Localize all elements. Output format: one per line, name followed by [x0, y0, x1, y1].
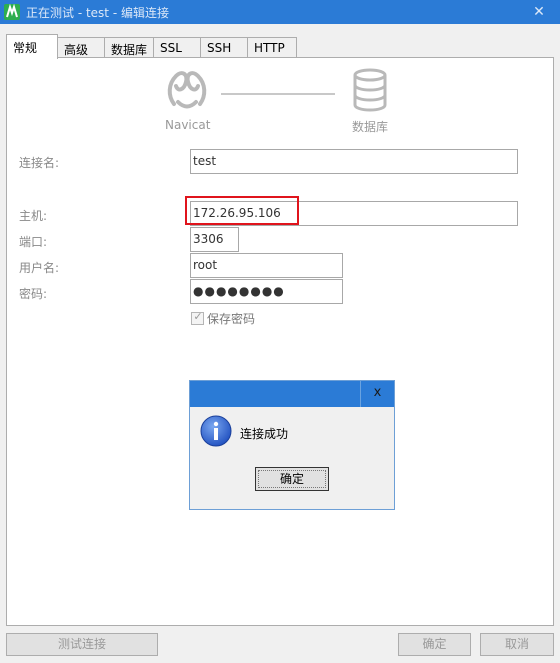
database-caption: 数据库 [352, 120, 389, 134]
password-mask: ●●●●●●●● [193, 284, 285, 298]
test-connection-button[interactable]: 测试连接 [6, 633, 158, 656]
tab-general[interactable]: 常规 [6, 34, 58, 59]
database-icon [352, 68, 388, 112]
dialog-title-bar: x [190, 381, 394, 407]
window-close-button[interactable]: ✕ [528, 2, 550, 22]
navicat-logo-icon [164, 66, 210, 112]
general-tab-panel: Navicat 数据库 连接名: test 主机: 172.26.95.106 … [6, 57, 554, 626]
port-label: 端口: [19, 235, 48, 249]
dialog-ok-button[interactable]: 确定 [255, 467, 329, 491]
password-input[interactable]: ●●●●●●●● [190, 279, 343, 304]
connection-name-label: 连接名: [19, 156, 60, 170]
tab-strip: 常规 高级 数据库 SSL SSH HTTP [0, 34, 560, 59]
tab-ssl[interactable]: SSL [153, 37, 201, 58]
port-input[interactable]: 3306 [190, 227, 239, 252]
save-password-row[interactable]: ✓ 保存密码 [191, 310, 255, 326]
username-input[interactable]: root [190, 253, 343, 278]
connection-line [221, 93, 335, 95]
info-icon [200, 415, 232, 447]
tab-advanced[interactable]: 高级 [57, 37, 105, 58]
tab-http[interactable]: HTTP [247, 37, 297, 58]
username-label: 用户名: [19, 261, 60, 275]
cancel-button[interactable]: 取消 [480, 633, 554, 656]
title-bar: 正在测试 - test - 编辑连接 ✕ [0, 0, 560, 24]
tab-ssh[interactable]: SSH [200, 37, 248, 58]
password-label: 密码: [19, 287, 48, 301]
host-input[interactable]: 172.26.95.106 [190, 201, 518, 226]
host-label: 主机: [19, 209, 48, 223]
dialog-message: 连接成功 [240, 427, 289, 441]
connection-name-input[interactable]: test [190, 149, 518, 174]
save-password-checkbox[interactable]: ✓ [191, 310, 204, 325]
tab-databases[interactable]: 数据库 [104, 37, 154, 58]
dialog-body: 连接成功 确定 [190, 407, 394, 509]
navicat-app-icon [4, 4, 20, 20]
navicat-caption: Navicat [165, 118, 211, 132]
dialog-close-button[interactable]: x [360, 381, 394, 407]
connection-success-dialog: x 连接成功 确定 [189, 380, 395, 510]
checkmark-icon: ✓ [193, 310, 203, 323]
window-title: 正在测试 - test - 编辑连接 [26, 6, 169, 20]
ok-button[interactable]: 确定 [398, 633, 471, 656]
save-password-label: 保存密码 [207, 312, 256, 326]
